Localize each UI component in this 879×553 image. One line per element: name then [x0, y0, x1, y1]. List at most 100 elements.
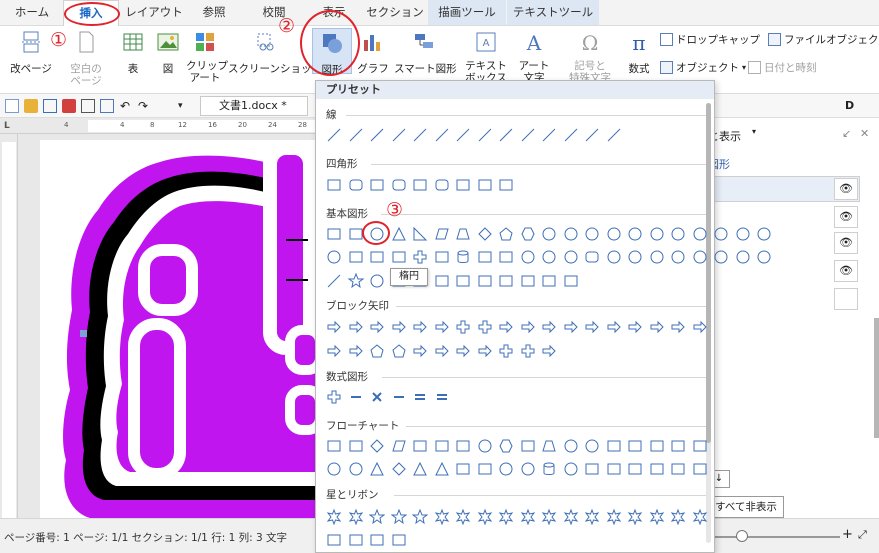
shape-tri[interactable] [391, 226, 407, 242]
shape-arrowR[interactable] [563, 319, 579, 335]
shape-ellipse[interactable] [606, 226, 622, 242]
shape-burst[interactable] [584, 509, 600, 525]
shape-ellipse[interactable] [713, 249, 729, 265]
page-break-button[interactable]: 改ページ [8, 30, 54, 75]
zoom-slider-thumb[interactable] [736, 530, 748, 542]
shape-rect[interactable] [563, 273, 579, 289]
clipart-button[interactable]: クリップ アート [186, 30, 228, 84]
tab-references[interactable]: 参照 [188, 0, 240, 25]
shape-ellipse[interactable] [756, 226, 772, 242]
shape-rect[interactable] [369, 249, 385, 265]
document-tab[interactable]: 文書1.docx * [200, 96, 308, 116]
print-preview-icon[interactable] [100, 99, 114, 113]
shape-ellipse[interactable] [326, 249, 342, 265]
shape-diamond[interactable] [369, 438, 385, 454]
shape-trap[interactable] [455, 226, 471, 242]
shape-arrowR[interactable] [498, 319, 514, 335]
shape-line[interactable] [498, 127, 514, 143]
zoom-in-icon[interactable]: + [842, 527, 853, 542]
shape-burst[interactable] [455, 509, 471, 525]
shape-rect[interactable] [326, 438, 342, 454]
shape-diamond[interactable] [391, 461, 407, 477]
shape-arrowR[interactable] [649, 319, 665, 335]
tab-section[interactable]: セクション [366, 0, 424, 25]
shape-arrowR[interactable] [412, 343, 428, 359]
shape-eq[interactable] [434, 389, 450, 405]
shape-burst[interactable] [434, 509, 450, 525]
shape-rrect[interactable] [391, 177, 407, 193]
shape-rect[interactable] [477, 177, 493, 193]
shape-arrowR[interactable] [348, 343, 364, 359]
shape-star[interactable] [412, 509, 428, 525]
shape-arrowR[interactable] [627, 319, 643, 335]
shape-rrect[interactable] [348, 177, 364, 193]
shape-pent[interactable] [498, 226, 514, 242]
shape-ellipse[interactable] [606, 249, 622, 265]
shape-plus[interactable] [412, 249, 428, 265]
shape-line[interactable] [520, 127, 536, 143]
shape-ellipse[interactable] [326, 461, 342, 477]
shape-rect[interactable] [477, 273, 493, 289]
shape-trap[interactable] [541, 438, 557, 454]
shape-rect[interactable] [520, 273, 536, 289]
shape-line[interactable] [412, 127, 428, 143]
shape-burst[interactable] [692, 509, 708, 525]
shape-ellipse[interactable] [563, 226, 579, 242]
shape-rect[interactable] [670, 438, 686, 454]
document-area[interactable] [18, 134, 325, 518]
shape-burst[interactable] [670, 509, 686, 525]
shape-burst[interactable] [520, 509, 536, 525]
shape-line[interactable] [584, 127, 600, 143]
shape-tri[interactable] [369, 461, 385, 477]
shape-arrowR[interactable] [606, 319, 622, 335]
shape-rect[interactable] [455, 177, 471, 193]
shape-pent[interactable] [369, 343, 385, 359]
print-icon[interactable] [81, 99, 95, 113]
redo-icon[interactable]: ↷ [138, 99, 152, 113]
shape-rect[interactable] [670, 461, 686, 477]
shape-x[interactable] [369, 389, 385, 405]
blank-page-button[interactable]: 空白の ページ [64, 30, 108, 87]
shape-rect[interactable] [412, 438, 428, 454]
shape-ellipse[interactable] [649, 249, 665, 265]
shape-rect[interactable] [412, 177, 428, 193]
shape-rect[interactable] [391, 249, 407, 265]
shape-arrowR[interactable] [326, 319, 342, 335]
close-icon[interactable]: ✕ [860, 127, 869, 140]
shape-ellipse[interactable] [520, 249, 536, 265]
shape-rect[interactable] [649, 438, 665, 454]
shape-rect[interactable] [541, 273, 557, 289]
shape-star[interactable] [347, 273, 364, 289]
shape-burst[interactable] [348, 509, 364, 525]
shape-rect[interactable] [348, 438, 364, 454]
shape-rect[interactable] [455, 438, 471, 454]
shape-arrowR[interactable] [692, 319, 708, 335]
shape-burst[interactable] [326, 509, 342, 525]
shape-rect[interactable] [692, 438, 708, 454]
shape-ellipse[interactable] [735, 226, 751, 242]
shape-rect[interactable] [434, 249, 450, 265]
shape-ellipse[interactable] [692, 226, 708, 242]
shape-rect[interactable] [498, 273, 514, 289]
shape-line[interactable] [455, 127, 471, 143]
shape-para[interactable] [434, 226, 450, 242]
formula-button[interactable]: π 数式 [624, 30, 654, 75]
shape-line[interactable] [391, 127, 407, 143]
shape-arrowR[interactable] [477, 343, 493, 359]
shape-ellipse[interactable] [498, 461, 514, 477]
shape-line[interactable] [477, 127, 493, 143]
shape-tri[interactable] [434, 461, 450, 477]
shape-rrect[interactable] [434, 177, 450, 193]
tab-text-tools[interactable]: テキストツール [507, 0, 599, 25]
shape-cyl[interactable] [455, 249, 471, 265]
pane-scrollbar[interactable] [874, 318, 879, 438]
shape-para[interactable] [391, 438, 407, 454]
dropcap-button[interactable]: ドロップキャップ [660, 32, 760, 47]
shape-rect[interactable] [326, 226, 342, 242]
shape-burst[interactable] [498, 509, 514, 525]
shape-line[interactable] [326, 127, 342, 143]
shape-ellipse[interactable] [756, 249, 772, 265]
wordart-graphic[interactable] [40, 140, 325, 518]
symbol-button[interactable]: Ω 記号と 特殊文字 [562, 30, 618, 84]
shape-arrowR[interactable] [584, 319, 600, 335]
